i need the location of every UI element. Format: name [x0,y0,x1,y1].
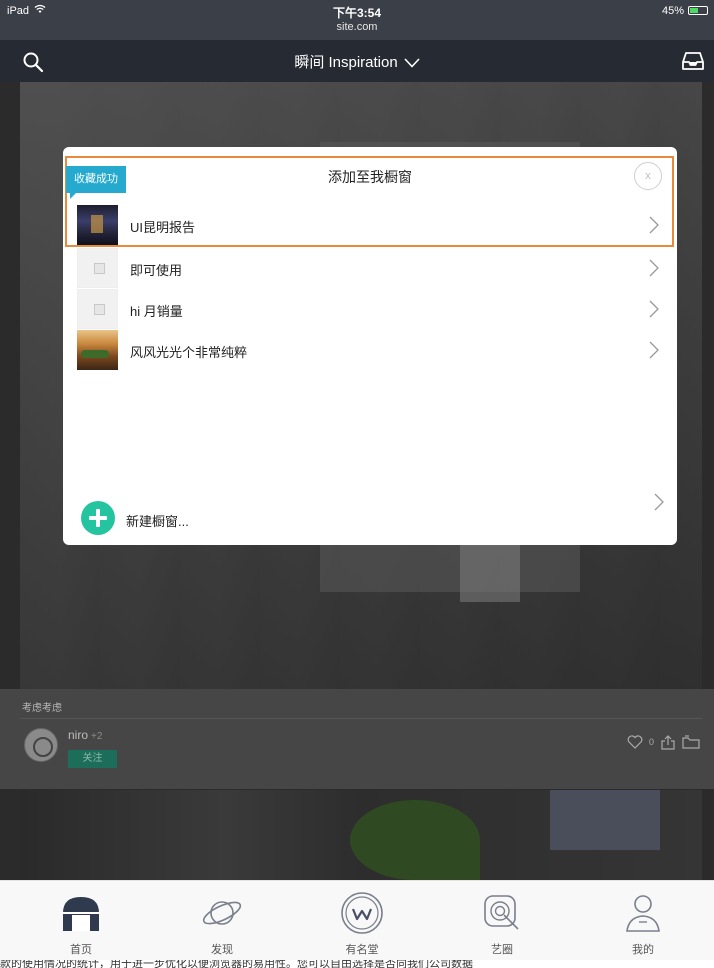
username-text: niro [68,728,89,742]
showcase-thumbnail [77,289,118,329]
planet-icon [202,901,242,925]
navbar-title-dropdown[interactable]: 瞬间 Inspiration [0,51,714,72]
w-logo-icon [341,892,383,934]
showcase-item-label: 风风光光个非常纯粹 [130,345,248,360]
tab-label: 我的 [632,944,654,956]
feed-card-footer [0,689,714,789]
status-bar: iPad 下午3:54 site.com 45% [0,0,714,40]
avatar[interactable] [24,728,58,762]
showcase-item-label: hi 月销量 [130,304,183,319]
modal-title: 添加至我橱窗 [328,169,412,185]
profile-icon [626,895,660,932]
tab-home[interactable]: 首页 [10,881,152,961]
monitor-screen [550,790,660,850]
showcase-item[interactable]: 即可使用 [77,248,663,288]
showcase-thumbnail [77,205,118,245]
showcase-thumbnail [77,248,118,288]
clock: 下午3:54 [332,6,382,20]
like-count: 0 [648,737,654,747]
folder-icon[interactable] [682,735,700,749]
chevron-right-icon [649,259,659,277]
showcase-item-label: UI昆明报告 [130,220,196,235]
battery-percent: 45% [661,5,684,17]
url-label[interactable]: site.com [0,21,714,33]
feed-actions: 0 [627,734,700,750]
add-to-showcase-modal: 添加至我橱窗 x UI昆明报告 即可使用 hi 月销量 风风光光个非常纯粹 新建… [63,147,677,545]
feed-photo-next[interactable] [20,790,702,880]
feed-divider [20,718,702,719]
home-icon [61,897,101,931]
share-icon[interactable] [660,734,676,750]
battery-level-fill [690,8,698,13]
navbar-title: 瞬间 Inspiration [294,54,398,71]
showcase-item-label: 即可使用 [130,263,183,278]
chevron-right-icon [654,493,664,511]
new-showcase-label: 新建橱窗... [126,514,189,529]
tab-discover[interactable]: 发现 [151,881,293,961]
battery-icon [688,6,708,15]
showcase-item[interactable]: UI昆明报告 [77,205,663,245]
username-extra: +2 [91,731,103,742]
feed-caption: 考虑考虑 [22,703,62,714]
footer-text: 款的使用情况的统计，用于进一步优化以便浏览器的易用性。您可以自由选择是否向我们公… [0,960,714,968]
tab-label: 有名堂 [345,944,379,956]
showcase-thumbnail [77,330,118,370]
inbox-icon[interactable] [682,51,704,71]
close-button[interactable]: x [634,162,662,190]
username[interactable]: niro +2 [68,728,102,742]
showcase-item[interactable]: 风风光光个非常纯粹 [77,330,663,370]
chevron-right-icon [649,216,659,234]
target-icon [484,895,519,930]
plus-icon [81,501,115,535]
top-navbar: 瞬间 Inspiration [0,40,714,82]
tab-youmingtang[interactable]: 有名堂 [291,881,433,961]
tab-yiquan[interactable]: 艺圈 [431,881,573,961]
tab-label: 发现 [211,944,233,956]
tab-label: 艺圈 [491,944,513,956]
showcase-item[interactable]: hi 月销量 [77,289,663,329]
tab-label: 首页 [70,944,92,956]
saved-success-badge: 收藏成功 [66,166,126,199]
chevron-right-icon [649,300,659,318]
chevron-right-icon [649,341,659,359]
chevron-down-icon [404,58,420,68]
tab-profile[interactable]: 我的 [572,881,714,961]
bottom-tab-bar: 首页 发现 有名堂 艺圈 我的 [0,880,714,960]
heart-icon[interactable] [627,735,643,749]
follow-button[interactable]: 关注 [68,750,117,768]
plant-leaf [350,800,480,880]
new-showcase-button[interactable]: 新建橱窗... [81,493,667,535]
